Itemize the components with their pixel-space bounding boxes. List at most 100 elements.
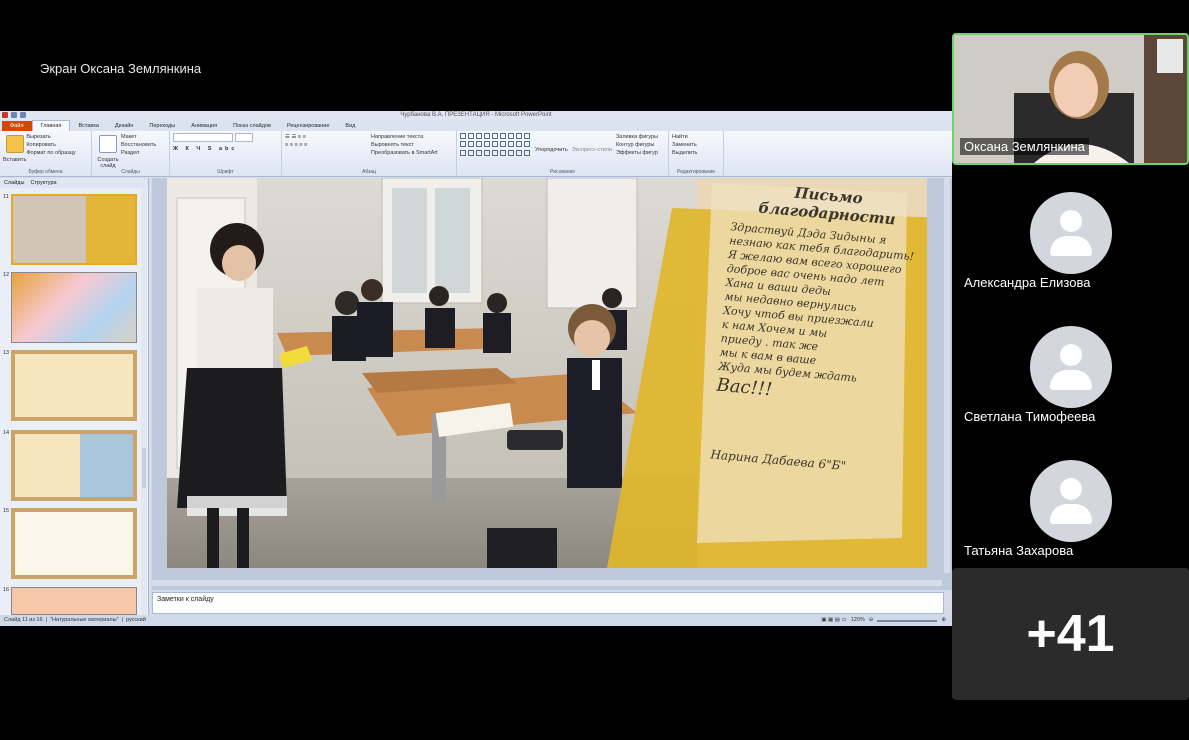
undo-icon[interactable] bbox=[20, 112, 26, 118]
theme-name: "Натуральные материалы" bbox=[50, 617, 119, 623]
group-label: Рисование bbox=[549, 169, 576, 175]
avatar bbox=[1030, 460, 1112, 542]
window-title-bar: Чурбанова В.А. ПРЕЗЕНТАЦИЯ - Microsoft P… bbox=[0, 111, 952, 120]
group-clipboard: Вставить Вырезать Копировать Формат по о… bbox=[0, 131, 92, 176]
smartart-button[interactable]: Преобразовать в SmartArt bbox=[371, 149, 438, 157]
tab-file[interactable]: Файл bbox=[2, 121, 32, 131]
quick-styles-button[interactable]: Экспресс-стили bbox=[572, 133, 612, 157]
tab-view[interactable]: Вид bbox=[337, 121, 363, 131]
select-button[interactable]: Выделить bbox=[672, 149, 720, 157]
shape-effects-button[interactable]: Эффекты фигур bbox=[616, 149, 658, 157]
zoom-slider[interactable] bbox=[877, 619, 938, 622]
participant-tile[interactable]: Александра Елизова bbox=[952, 166, 1189, 298]
shape-outline-button[interactable]: Контур фигуры bbox=[616, 141, 658, 149]
font-name-select[interactable] bbox=[173, 133, 233, 142]
tab-outline[interactable]: Структура bbox=[30, 178, 56, 188]
quick-access-toolbar[interactable] bbox=[2, 112, 26, 118]
slide-scrollbar-v[interactable] bbox=[944, 178, 950, 573]
participant-tile[interactable]: Светлана Тимофеева bbox=[952, 300, 1189, 432]
more-participants-button[interactable]: +41 bbox=[952, 568, 1189, 700]
participant-name: Татьяна Захарова bbox=[964, 543, 1074, 558]
participant-tile-active[interactable]: Оксана Землянкина bbox=[952, 33, 1189, 165]
group-label: Шрифт bbox=[217, 169, 234, 175]
layout-button[interactable]: Макет bbox=[121, 133, 156, 141]
group-editing: Найти Заменить Выделить Редактирование bbox=[669, 131, 724, 176]
slide-number: 16 bbox=[3, 587, 10, 593]
panel-tabs: Слайды Структура bbox=[0, 178, 148, 188]
font-size-select[interactable] bbox=[234, 133, 253, 142]
font-format-buttons[interactable]: Ж К Ч S abc bbox=[173, 145, 278, 153]
ribbon-tabs: Файл Главная Вставка Дизайн Переходы Ани… bbox=[0, 120, 952, 131]
scroll-thumb[interactable] bbox=[142, 448, 146, 488]
panel-scrollbar[interactable] bbox=[141, 188, 147, 615]
tab-home[interactable]: Главная bbox=[31, 120, 71, 131]
status-bar: Слайд 11 из 16 | "Натуральные материалы"… bbox=[0, 615, 952, 626]
section-button[interactable]: Раздел bbox=[121, 149, 156, 157]
zoom-out-icon[interactable]: ⊖ bbox=[869, 615, 874, 626]
tab-animation[interactable]: Анимация bbox=[183, 121, 225, 131]
participant-name: Оксана Землянкина bbox=[960, 138, 1089, 155]
text-direction-button[interactable]: Направление текста bbox=[371, 133, 438, 141]
new-slide-button[interactable]: Создать слайд bbox=[95, 157, 121, 169]
zoom-in-icon[interactable]: ⊕ bbox=[941, 615, 946, 626]
slide-thumbnail[interactable] bbox=[11, 272, 137, 343]
slide-number: 15 bbox=[3, 508, 10, 514]
group-label: Буфер обмена bbox=[28, 169, 63, 175]
zoom-level: 120% bbox=[850, 617, 865, 623]
new-slide-icon[interactable] bbox=[99, 135, 117, 153]
group-drawing: Упорядочить Экспресс-стили Заливка фигур… bbox=[457, 131, 669, 176]
participant-name: Светлана Тимофеева bbox=[964, 409, 1096, 424]
slide-thumbnail[interactable] bbox=[11, 430, 137, 501]
participant-tile[interactable]: Татьяна Захарова bbox=[952, 434, 1189, 566]
shapes-gallery[interactable] bbox=[460, 133, 531, 157]
save-icon[interactable] bbox=[11, 112, 17, 118]
group-label: Редактирование bbox=[676, 169, 716, 175]
slide-counter: Слайд 11 из 16 bbox=[4, 617, 43, 623]
reset-button[interactable]: Восстановить bbox=[121, 141, 156, 149]
group-label: Слайды bbox=[121, 169, 140, 175]
slide-number: 13 bbox=[3, 350, 10, 356]
shape-fill-button[interactable]: Заливка фигуры bbox=[616, 133, 658, 141]
tab-design[interactable]: Дизайн bbox=[107, 121, 142, 131]
view-buttons[interactable]: ▣ ▦ ▤ ▭ bbox=[821, 615, 846, 626]
letter-overlay: Письмо благодарности Здраствуй Дэда Зиды… bbox=[706, 178, 924, 523]
notes-field[interactable]: Заметки к слайду bbox=[152, 592, 944, 614]
participant-name: Александра Елизова bbox=[964, 275, 1091, 290]
paste-icon[interactable] bbox=[5, 135, 24, 153]
tab-transitions[interactable]: Переходы bbox=[141, 121, 183, 131]
tab-review[interactable]: Рецензирование bbox=[279, 121, 337, 131]
tab-insert[interactable]: Вставка bbox=[70, 121, 106, 131]
slide-thumbnail[interactable] bbox=[11, 508, 137, 579]
slides-panel: Слайды Структура 11 12 13 14 15 16 bbox=[0, 178, 149, 615]
slide-number: 11 bbox=[3, 194, 9, 200]
slide-thumbnail[interactable] bbox=[11, 587, 137, 615]
arrange-button[interactable]: Упорядочить bbox=[535, 133, 568, 157]
slide-scrollbar-h[interactable] bbox=[152, 580, 942, 586]
slide-thumbnail[interactable] bbox=[11, 194, 137, 265]
app-icon bbox=[2, 112, 8, 118]
tab-slideshow[interactable]: Показ слайдов bbox=[225, 121, 279, 131]
group-font: Ж К Ч S abc Шрифт bbox=[170, 131, 282, 176]
find-button[interactable]: Найти bbox=[672, 133, 720, 141]
cut-button[interactable]: Вырезать bbox=[26, 133, 75, 141]
copy-button[interactable]: Копировать bbox=[26, 141, 75, 149]
window-title: Чурбанова В.А. ПРЕЗЕНТАЦИЯ - Microsoft P… bbox=[400, 112, 552, 118]
format-painter-button[interactable]: Формат по образцу bbox=[26, 149, 75, 157]
tab-slides[interactable]: Слайды bbox=[4, 178, 24, 188]
slide-number: 14 bbox=[3, 430, 10, 436]
paste-button[interactable]: Вставить bbox=[3, 157, 26, 163]
slide-number: 12 bbox=[3, 272, 10, 278]
group-paragraph: ☰ ☰ ≡ ≡ ≡ ≡ ≡ ≡ ≡ Направление текста Выр… bbox=[282, 131, 457, 176]
slide-thumbnail[interactable] bbox=[11, 350, 137, 421]
ribbon: Вставить Вырезать Копировать Формат по о… bbox=[0, 131, 952, 177]
replace-button[interactable]: Заменить bbox=[672, 141, 720, 149]
align-text-button[interactable]: Выровнять текст bbox=[371, 141, 438, 149]
group-label: Абзац bbox=[361, 169, 377, 175]
slide-area: Письмо благодарности Здраствуй Дэда Зиды… bbox=[152, 178, 952, 590]
current-slide[interactable]: Письмо благодарности Здраствуй Дэда Зиды… bbox=[167, 178, 927, 568]
letter-signature: Нарина Дабаева 6"Б" bbox=[709, 447, 847, 474]
list-buttons[interactable]: ☰ ☰ ≡ ≡ bbox=[285, 133, 367, 141]
align-buttons[interactable]: ≡ ≡ ≡ ≡ ≡ bbox=[285, 141, 367, 149]
avatar bbox=[1030, 192, 1112, 274]
group-slides: Создать слайд Макет Восстановить Раздел … bbox=[92, 131, 170, 176]
